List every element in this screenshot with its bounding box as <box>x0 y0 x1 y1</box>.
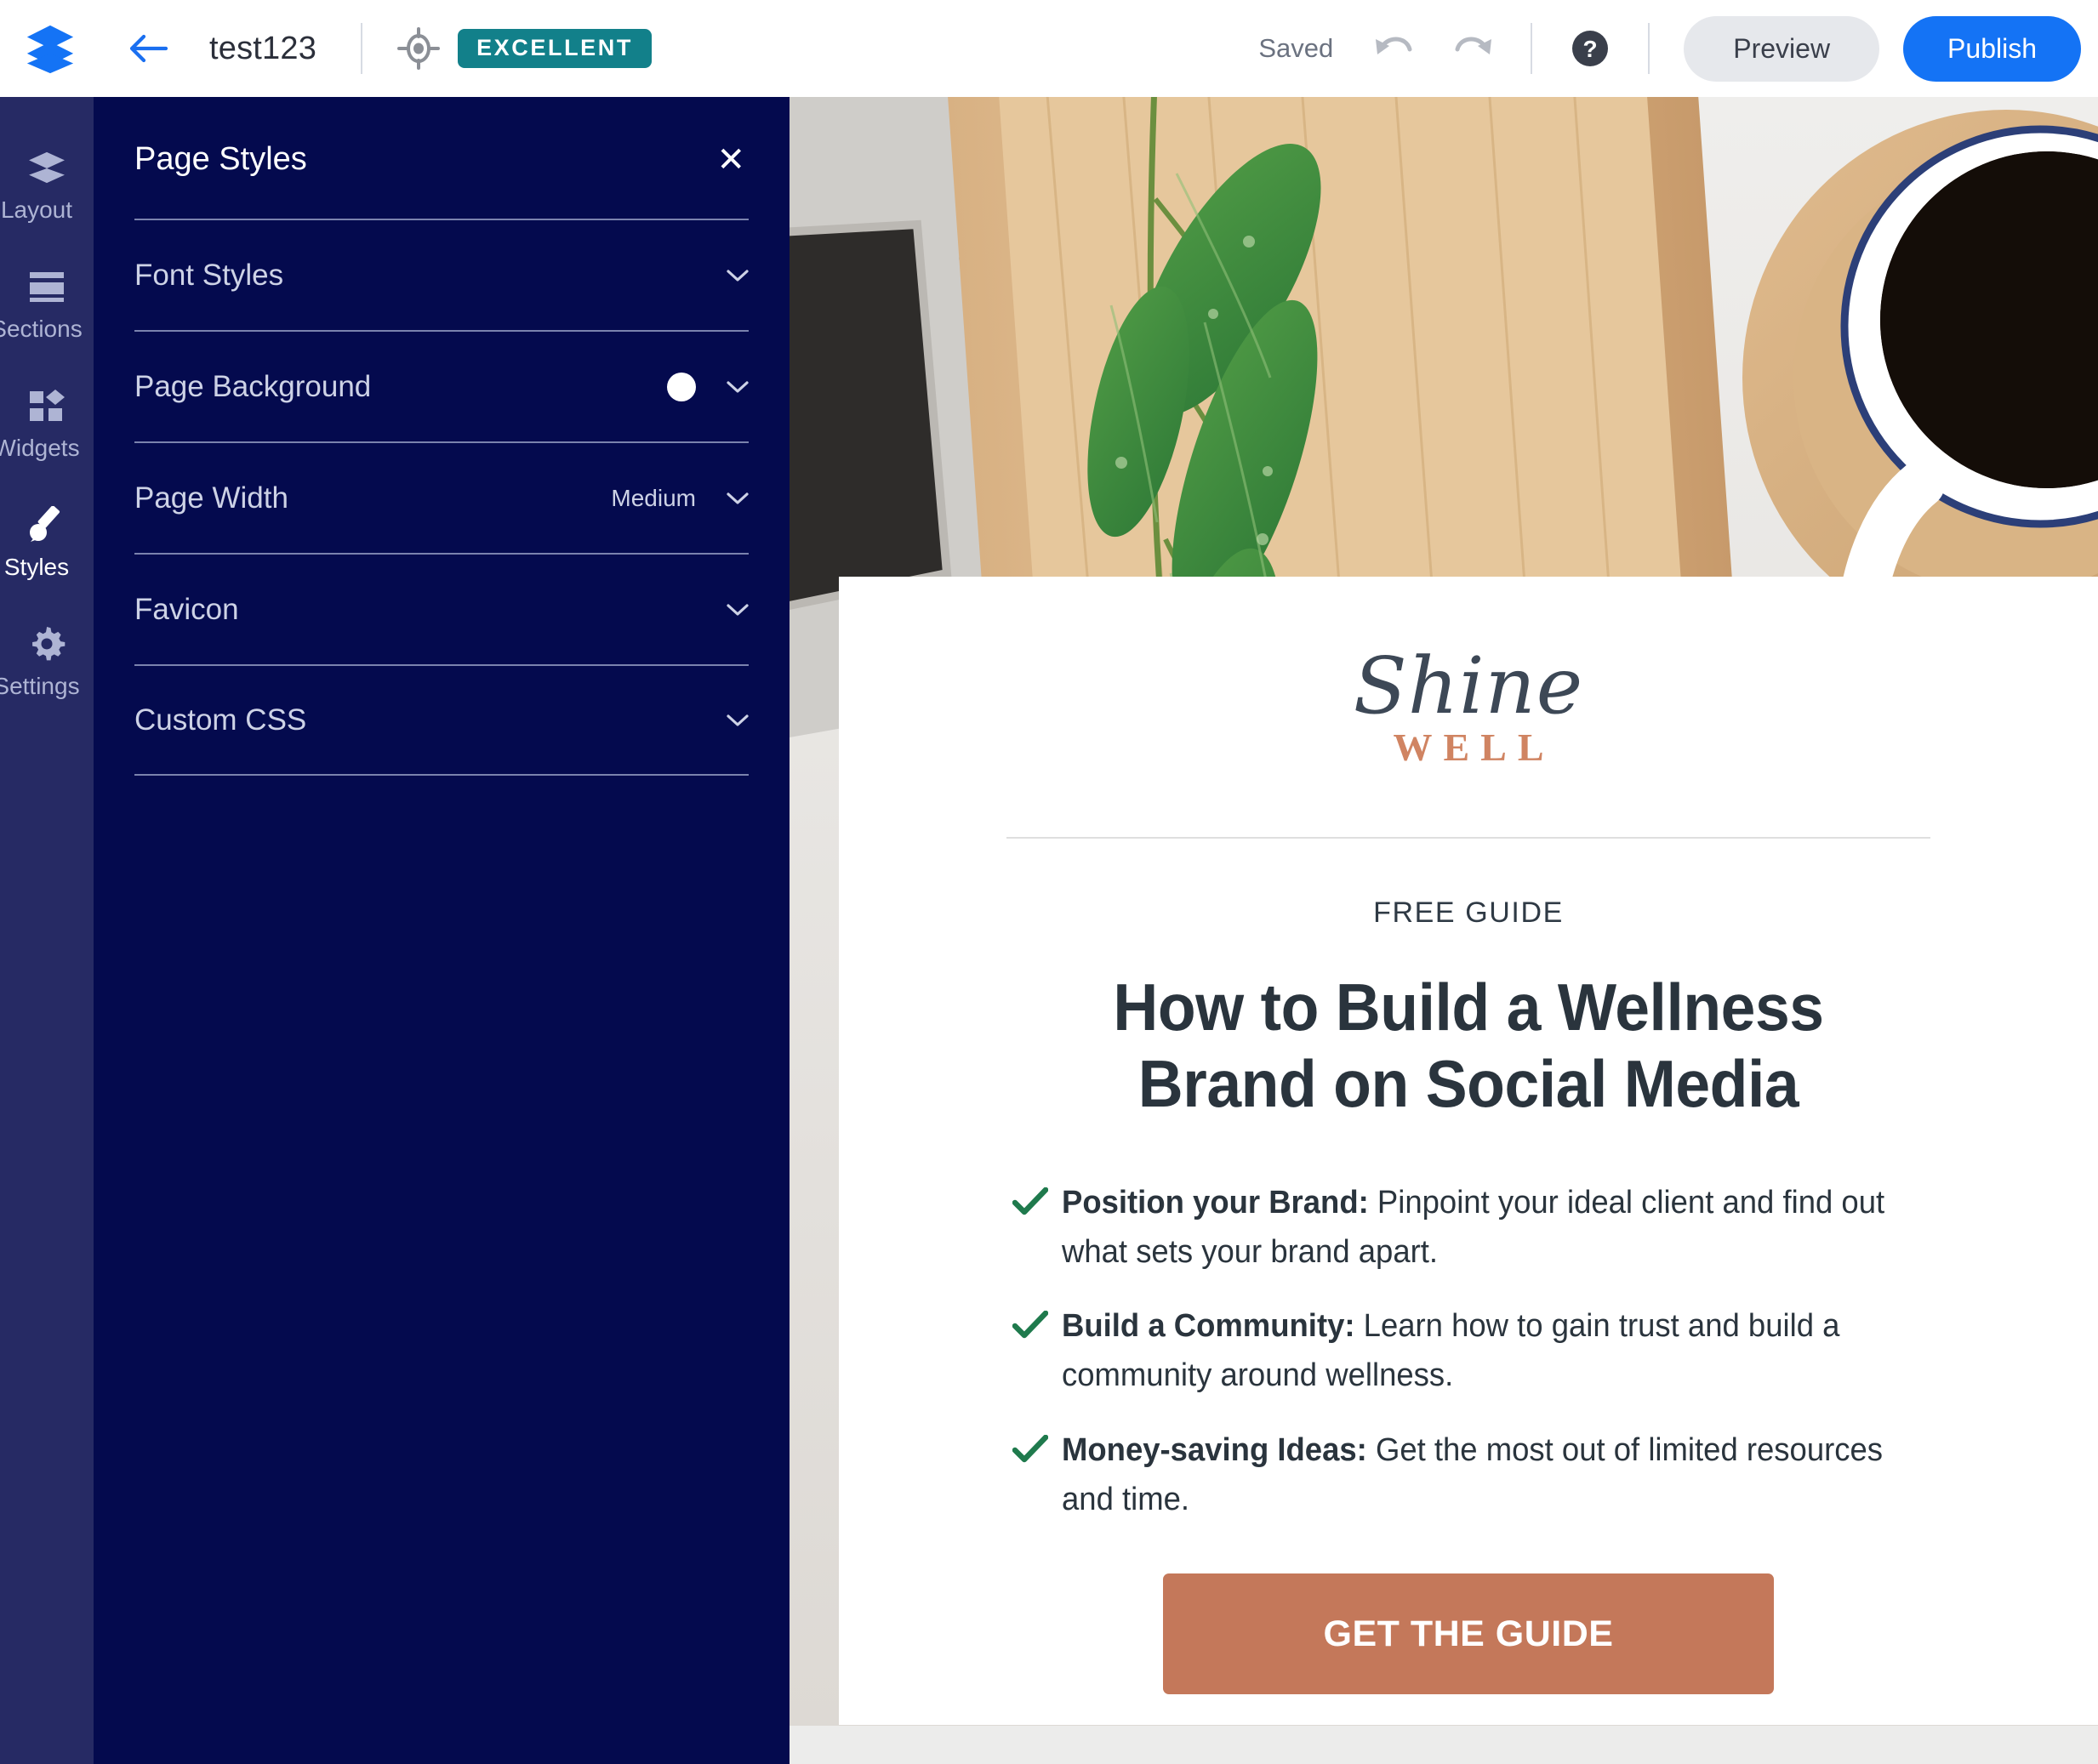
page-title: test123 <box>209 30 317 66</box>
sidebar-item-label: Sections <box>0 316 83 342</box>
panel-row-font-styles[interactable]: Font Styles <box>134 219 749 330</box>
panel-row-value: Medium <box>611 484 696 511</box>
stacked-layers-logo[interactable] <box>19 17 82 80</box>
panel-rows: Font Styles Page Background Page Width M… <box>134 219 749 776</box>
canvas-footer <box>790 1726 2098 1764</box>
left-icon-rail: Layout Sections Widgets Styles Settings <box>0 97 94 1764</box>
check-icon <box>1012 1179 1050 1221</box>
panel-row-custom-css[interactable]: Custom CSS <box>134 664 749 776</box>
brand-logo-shinewell: Shine WELL <box>858 640 2079 770</box>
panel-title: Page Styles <box>134 141 307 177</box>
list-item-text: Money-saving Ideas: Get the most out of … <box>1062 1426 1924 1525</box>
svg-text:?: ? <box>1583 36 1598 62</box>
list-item-text: Position your Brand: Pinpoint your ideal… <box>1062 1179 1924 1277</box>
panel-row-label: Favicon <box>134 592 239 626</box>
arrow-left-icon[interactable] <box>124 25 172 72</box>
seo-score-group[interactable]: EXCELLENT <box>396 26 652 71</box>
divider <box>361 23 363 74</box>
paintbrush-icon <box>27 504 66 545</box>
status-badge: EXCELLENT <box>458 29 652 68</box>
undo-icon[interactable] <box>1371 25 1418 72</box>
publish-button[interactable]: Publish <box>1903 15 2081 82</box>
chevron-down-icon <box>727 714 749 727</box>
eyebrow-text: FREE GUIDE <box>1373 896 1564 929</box>
sidebar-item-layout[interactable]: Layout <box>0 126 94 245</box>
headline: How to Build a Wellness Brand on Social … <box>894 969 2043 1123</box>
sidebar-item-label: Widgets <box>0 435 80 461</box>
sidebar-item-label: Styles <box>3 554 70 580</box>
list-item-text: Build a Community: Learn how to gain tru… <box>1062 1302 1924 1401</box>
close-icon[interactable]: ✕ <box>716 143 745 177</box>
sidebar-item-widgets[interactable]: Widgets <box>0 364 94 483</box>
get-the-guide-button[interactable]: GET THE GUIDE <box>1163 1573 1774 1695</box>
sidebar-item-styles[interactable]: Styles <box>0 483 94 602</box>
layers-icon <box>27 147 66 188</box>
saved-status: Saved <box>1258 33 1334 63</box>
sidebar-item-label: Settings <box>0 673 80 699</box>
list-item: Position your Brand: Pinpoint your ideal… <box>1012 1179 1960 1277</box>
divider <box>1006 837 1930 839</box>
panel-row-label: Font Styles <box>134 258 284 292</box>
page-styles-panel: Page Styles ✕ Font Styles Page Backgroun… <box>94 97 790 1764</box>
top-bar: test123 EXCELLENT Saved ? Preview Publis… <box>0 0 2098 97</box>
preview-canvas[interactable]: Shine WELL FREE GUIDE How to Build a Wel… <box>790 97 2098 1764</box>
check-icon <box>1012 1426 1050 1468</box>
preview-button[interactable]: Preview <box>1684 15 1880 82</box>
sidebar-item-label: Layout <box>0 196 73 223</box>
panel-row-label: Page Background <box>134 369 372 403</box>
check-icon <box>1012 1302 1050 1344</box>
panel-row-page-background[interactable]: Page Background <box>134 330 749 441</box>
sidebar-item-settings[interactable]: Settings <box>0 602 94 721</box>
brand-logo-script-word: Shine <box>1353 640 1584 731</box>
sidebar-item-sections[interactable]: Sections <box>0 245 94 364</box>
panel-row-page-width[interactable]: Page Width Medium <box>134 441 749 553</box>
divider <box>1531 23 1533 74</box>
top-bar-actions: Saved ? Preview Publish <box>1258 15 2098 82</box>
benefit-list: Position your Brand: Pinpoint your ideal… <box>1012 1179 1960 1525</box>
panel-row-favicon[interactable]: Favicon <box>134 553 749 664</box>
help-circle-icon[interactable]: ? <box>1566 25 1614 72</box>
widgets-icon <box>28 385 66 426</box>
landing-page-card[interactable]: Shine WELL FREE GUIDE How to Build a Wel… <box>839 577 2098 1725</box>
color-swatch[interactable] <box>667 372 696 401</box>
headline-line-2: Brand on Social Media <box>1137 1046 1799 1122</box>
panel-row-label: Custom CSS <box>134 703 307 737</box>
list-item-lead: Money-saving Ideas: <box>1062 1431 1367 1468</box>
chevron-down-icon <box>727 492 749 505</box>
gear-icon <box>28 623 66 664</box>
panel-row-label: Page Width <box>134 481 288 515</box>
redo-icon[interactable] <box>1449 25 1497 72</box>
list-item-lead: Position your Brand: <box>1062 1184 1369 1221</box>
panel-header: Page Styles ✕ <box>94 97 790 178</box>
list-item: Money-saving Ideas: Get the most out of … <box>1012 1426 1960 1525</box>
chevron-down-icon <box>727 603 749 617</box>
list-item-lead: Build a Community: <box>1062 1308 1355 1345</box>
sections-icon <box>28 266 66 307</box>
brand-logo-block-word: WELL <box>1393 726 1555 770</box>
target-icon <box>396 26 441 71</box>
list-item: Build a Community: Learn how to gain tru… <box>1012 1302 1960 1401</box>
chevron-down-icon <box>727 380 749 394</box>
divider <box>1648 23 1650 74</box>
headline-line-1: How to Build a Wellness <box>1113 970 1824 1044</box>
chevron-down-icon <box>727 269 749 282</box>
